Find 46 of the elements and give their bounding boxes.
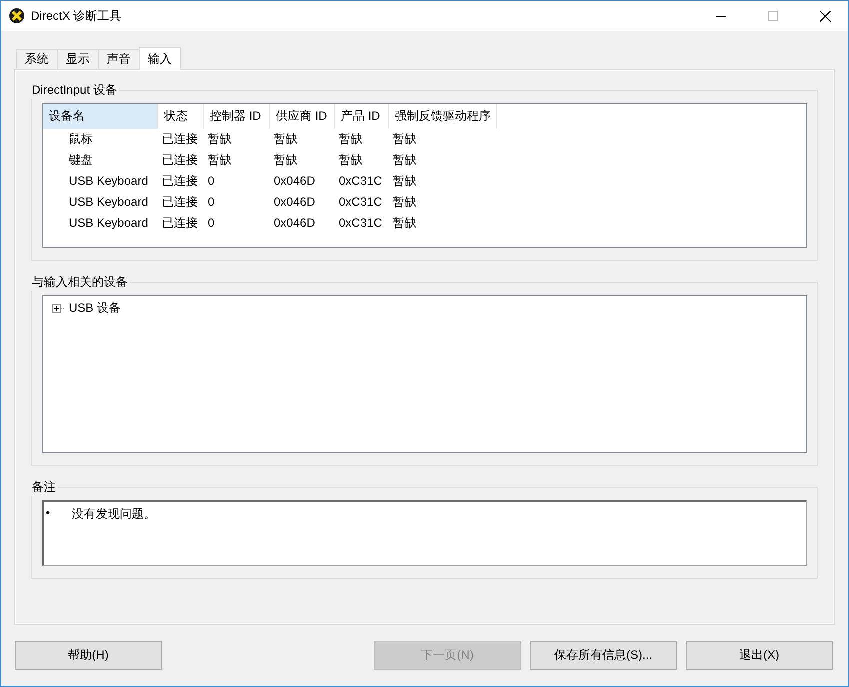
table-cell-text: 暂缺 (273, 131, 299, 148)
table-cell-text: 0x046D (273, 194, 316, 211)
tab[interactable]: 输入 (139, 47, 181, 70)
table-cell-text: 已连接 (161, 215, 199, 232)
table-cell-text: 暂缺 (392, 152, 418, 169)
table-cell-text: 暂缺 (207, 131, 233, 148)
bullet: • (46, 506, 50, 522)
table-cell-text: 0xC31C (338, 194, 384, 211)
group-title: 与输入相关的设备 (30, 274, 130, 291)
table-cell-text: 0xC31C (338, 173, 384, 190)
table-cell-text: 暂缺 (207, 152, 233, 169)
table-cell-text: 0xC31C (338, 215, 384, 232)
table-cell-text: 暂缺 (273, 152, 299, 169)
table-cell-text: 0 (207, 173, 216, 190)
column-header[interactable]: 设备名 (43, 104, 158, 129)
table-cell-text: 0 (207, 194, 216, 211)
table-cell-text: 已连接 (161, 194, 199, 211)
table-cell-text: 暂缺 (392, 131, 418, 148)
table-cell-text: 键盘 (68, 152, 94, 169)
table-cell-text: 0x046D (273, 173, 316, 190)
expand-icon[interactable] (52, 304, 65, 313)
table-cell-text: 已连接 (161, 131, 199, 148)
dialog-button[interactable]: 保存所有信息(S)... (530, 641, 677, 670)
table-cell-text: 暂缺 (338, 131, 364, 148)
table-cell-text: 已连接 (161, 173, 199, 190)
table-cell-text: 暂缺 (338, 152, 364, 169)
dialog-button[interactable]: 退出(X) (686, 641, 833, 670)
table-cell-text: USB Keyboard (68, 173, 150, 190)
tree-item[interactable]: USB 设备 (69, 300, 122, 317)
table-cell-text: 已连接 (161, 152, 199, 169)
table-cell-text: 暂缺 (392, 194, 418, 211)
dialog-button[interactable]: 帮助(H) (15, 641, 162, 670)
table-cell-text: USB Keyboard (68, 194, 150, 211)
table-cell-text: 0x046D (273, 215, 316, 232)
table-cell-text: 鼠标 (68, 131, 94, 148)
group-title: DirectInput 设备 (30, 82, 120, 99)
close-icon[interactable] (820, 10, 830, 22)
window-title: DirectX 诊断工具 (31, 8, 123, 24)
table-cell-text: 暂缺 (392, 215, 418, 232)
directx-logo-icon (9, 8, 25, 24)
group-title: 备注 (30, 479, 58, 496)
table-cell-text: USB Keyboard (68, 215, 150, 232)
table-cell-text: 暂缺 (392, 173, 418, 190)
tab[interactable]: 系统 (16, 49, 58, 70)
note-text: 没有发现问题。 (72, 506, 156, 523)
table-cell-text: 0 (207, 215, 216, 232)
